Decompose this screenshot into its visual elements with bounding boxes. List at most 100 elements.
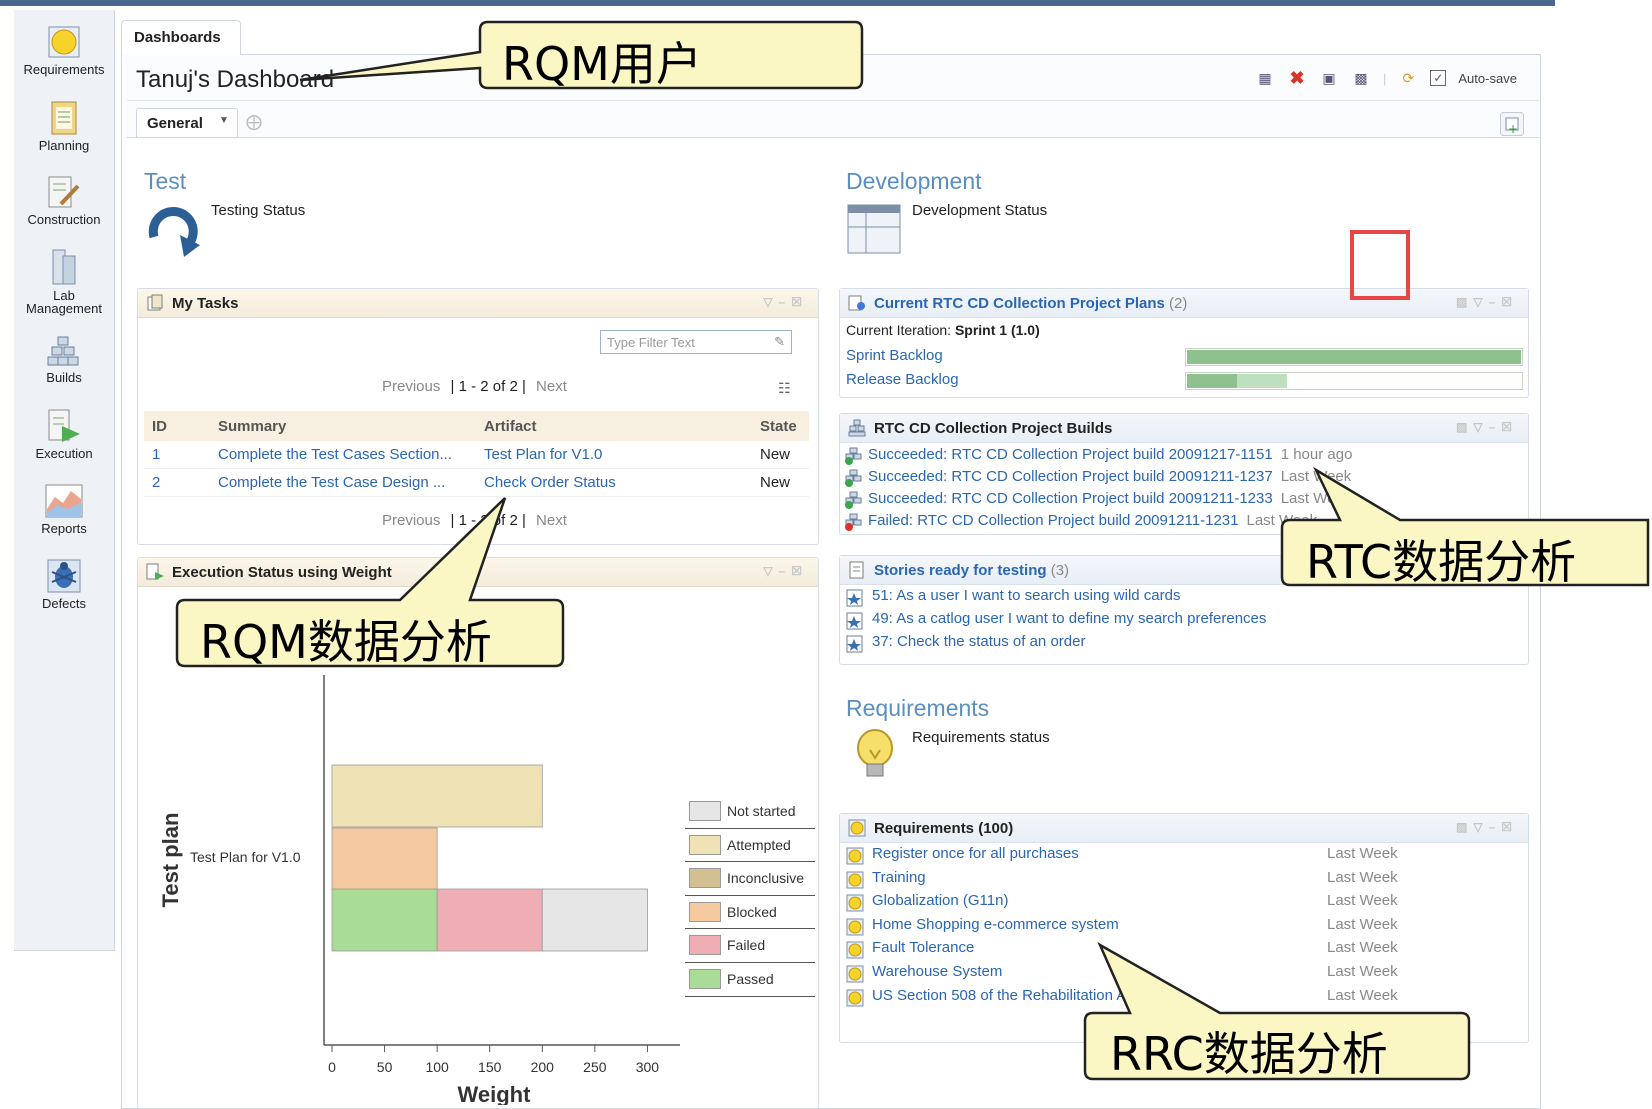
execution-title: Execution Status using Weight bbox=[172, 564, 392, 581]
category-label: Test Plan for V1.0 bbox=[190, 849, 301, 865]
nav-lab-management[interactable]: Lab Management bbox=[14, 248, 114, 315]
task-id[interactable]: 1 bbox=[144, 441, 210, 469]
requirements-icon bbox=[48, 26, 80, 58]
story-link[interactable]: 49: As a catlog user I want to define my… bbox=[872, 610, 1266, 627]
release-backlog-progress bbox=[1185, 372, 1523, 390]
x-tick-label: 250 bbox=[583, 1059, 607, 1075]
task-id[interactable]: 2 bbox=[144, 468, 210, 497]
nav-defects[interactable]: Defects bbox=[14, 558, 114, 610]
legend-item: Not started bbox=[685, 795, 815, 829]
legend-swatch bbox=[689, 801, 721, 821]
bar-blocked bbox=[331, 827, 438, 891]
requirement-link[interactable]: Home Shopping e-commerce system bbox=[872, 916, 1119, 933]
task-artifact[interactable]: Test Plan for V1.0 bbox=[476, 441, 752, 469]
requirement-time: Last Week bbox=[1327, 868, 1398, 886]
requirement-link[interactable]: Register once for all purchases bbox=[872, 845, 1079, 862]
plans-title[interactable]: Current RTC CD Collection Project Plans bbox=[874, 295, 1165, 312]
stories-count: (3) bbox=[1050, 562, 1070, 579]
panel-controls-icon[interactable]: ▽–☒ bbox=[763, 564, 808, 578]
nav-label-reports: Reports bbox=[41, 521, 87, 536]
x-tick-label: 200 bbox=[531, 1059, 555, 1075]
stories-title[interactable]: Stories ready for testing bbox=[874, 562, 1047, 579]
requirement-icon bbox=[846, 941, 864, 962]
add-widget-icon[interactable]: ▦ bbox=[1255, 68, 1275, 88]
plan-release-backlog[interactable]: Release Backlog bbox=[846, 371, 959, 388]
builds-icon bbox=[47, 336, 79, 366]
requirement-small-icon bbox=[848, 819, 866, 837]
calendar-icon[interactable]: ☷ bbox=[778, 380, 791, 397]
pager-next[interactable]: Next bbox=[536, 378, 567, 395]
story-link[interactable]: 37: Check the status of an order bbox=[872, 633, 1085, 650]
task-summary[interactable]: Complete the Test Cases Section... bbox=[210, 441, 476, 469]
requirements-status-label: Requirements status bbox=[912, 729, 1050, 746]
plan-sprint-backlog[interactable]: Sprint Backlog bbox=[846, 347, 943, 364]
pager-next-bottom[interactable]: Next bbox=[536, 512, 567, 529]
build-link[interactable]: Succeeded: RTC CD Collection Project bui… bbox=[868, 468, 1273, 485]
construction-icon bbox=[48, 176, 80, 208]
pager-previous-bottom[interactable]: Previous bbox=[382, 512, 440, 529]
legend-item: Blocked bbox=[685, 896, 815, 930]
requirements-header: Requirements (100) ▨▽–☒ bbox=[840, 814, 1528, 843]
requirement-link[interactable]: Fault Tolerance bbox=[872, 939, 974, 956]
task-state: New bbox=[752, 441, 809, 469]
task-filter-input[interactable]: Type Filter Text ✎ bbox=[600, 330, 792, 354]
requirement-icon bbox=[846, 989, 864, 1010]
highlight-box bbox=[1350, 230, 1410, 300]
requirement-link[interactable]: Training bbox=[872, 869, 926, 886]
top-accent-bar bbox=[0, 0, 1555, 6]
nav-execution[interactable]: Execution bbox=[14, 408, 114, 460]
requirement-link[interactable]: Warehouse System bbox=[872, 963, 1002, 980]
nav-planning[interactable]: Planning bbox=[14, 98, 114, 152]
tab-dashboards-label: Dashboards bbox=[134, 29, 221, 46]
nav-requirements[interactable]: Requirements bbox=[14, 24, 114, 76]
table-row[interactable]: 1 Complete the Test Cases Section... Tes… bbox=[144, 441, 809, 469]
delete-icon[interactable]: ✖ bbox=[1287, 68, 1307, 88]
build-time: 1 hour ago bbox=[1280, 446, 1353, 463]
nav-reports[interactable]: Reports bbox=[14, 483, 114, 535]
pager-range: | 1 - 2 of 2 | bbox=[450, 378, 526, 395]
col-state[interactable]: State bbox=[752, 411, 809, 441]
story-link[interactable]: 51: As a user I want to search using wil… bbox=[872, 587, 1181, 604]
share-icon[interactable]: ▩ bbox=[1351, 68, 1371, 88]
build-link[interactable]: Failed: RTC CD Collection Project build … bbox=[868, 512, 1238, 529]
add-tab-icon[interactable]: ⨁ bbox=[246, 112, 262, 132]
requirements-section-title: Requirements bbox=[846, 695, 990, 721]
autosave-checkbox[interactable]: ✓ bbox=[1430, 70, 1447, 86]
clipboard-icon[interactable]: ▣ bbox=[1319, 68, 1339, 88]
panel-controls-icon[interactable]: ▨▽–☒ bbox=[1456, 295, 1518, 309]
build-link[interactable]: Succeeded: RTC CD Collection Project bui… bbox=[868, 446, 1273, 463]
tasks-pager-bottom: Previous | 1 - 2 of 2 | Next bbox=[382, 512, 567, 529]
plans-icon bbox=[848, 295, 865, 311]
requirement-link[interactable]: Globalization (G11n) bbox=[872, 892, 1008, 909]
build-failed-icon bbox=[844, 513, 864, 531]
release-backlog-progress-fill bbox=[1187, 374, 1288, 388]
col-id[interactable]: ID bbox=[144, 411, 210, 441]
nav-label-builds: Builds bbox=[46, 370, 82, 385]
x-axis-label: Weight bbox=[458, 1082, 532, 1105]
builds-header: RTC CD Collection Project Builds ▨▽–☒ bbox=[840, 414, 1528, 443]
add-content-button[interactable]: + bbox=[1500, 112, 1524, 136]
legend-label: Attempted bbox=[727, 836, 791, 853]
panel-controls-icon[interactable]: ▨▽–☒ bbox=[1456, 420, 1518, 434]
clear-filter-icon[interactable]: ✎ bbox=[774, 334, 785, 350]
table-row[interactable]: 2 Complete the Test Case Design ... Chec… bbox=[144, 468, 809, 497]
panel-controls-icon[interactable]: ▽–☒ bbox=[763, 295, 808, 309]
pager-previous[interactable]: Previous bbox=[382, 378, 440, 395]
build-link[interactable]: Succeeded: RTC CD Collection Project bui… bbox=[868, 490, 1273, 507]
nav-builds[interactable]: Builds bbox=[14, 334, 114, 384]
chevron-down-icon[interactable]: ▼ bbox=[219, 115, 229, 126]
tab-general[interactable]: General ▼ bbox=[136, 108, 238, 137]
col-artifact[interactable]: Artifact bbox=[476, 411, 752, 441]
col-summary[interactable]: Summary bbox=[210, 411, 476, 441]
panel-controls-icon[interactable]: ▨▽–☒ bbox=[1456, 820, 1518, 834]
tab-dashboards[interactable]: Dashboards bbox=[121, 20, 241, 55]
build-success-icon bbox=[844, 469, 864, 487]
nav-construction[interactable]: Construction bbox=[14, 174, 114, 226]
refresh-icon[interactable]: ⟳ bbox=[1398, 68, 1418, 88]
task-artifact[interactable]: Check Order Status bbox=[476, 468, 752, 497]
dashboard-tab-bar bbox=[127, 100, 1539, 139]
pager-range-bottom: | 1 - 2 of 2 | bbox=[450, 512, 526, 529]
requirement-link[interactable]: US Section 508 of the Rehabilitation Act bbox=[872, 987, 1138, 1004]
task-summary[interactable]: Complete the Test Case Design ... bbox=[210, 468, 476, 497]
story-icon bbox=[846, 612, 864, 633]
